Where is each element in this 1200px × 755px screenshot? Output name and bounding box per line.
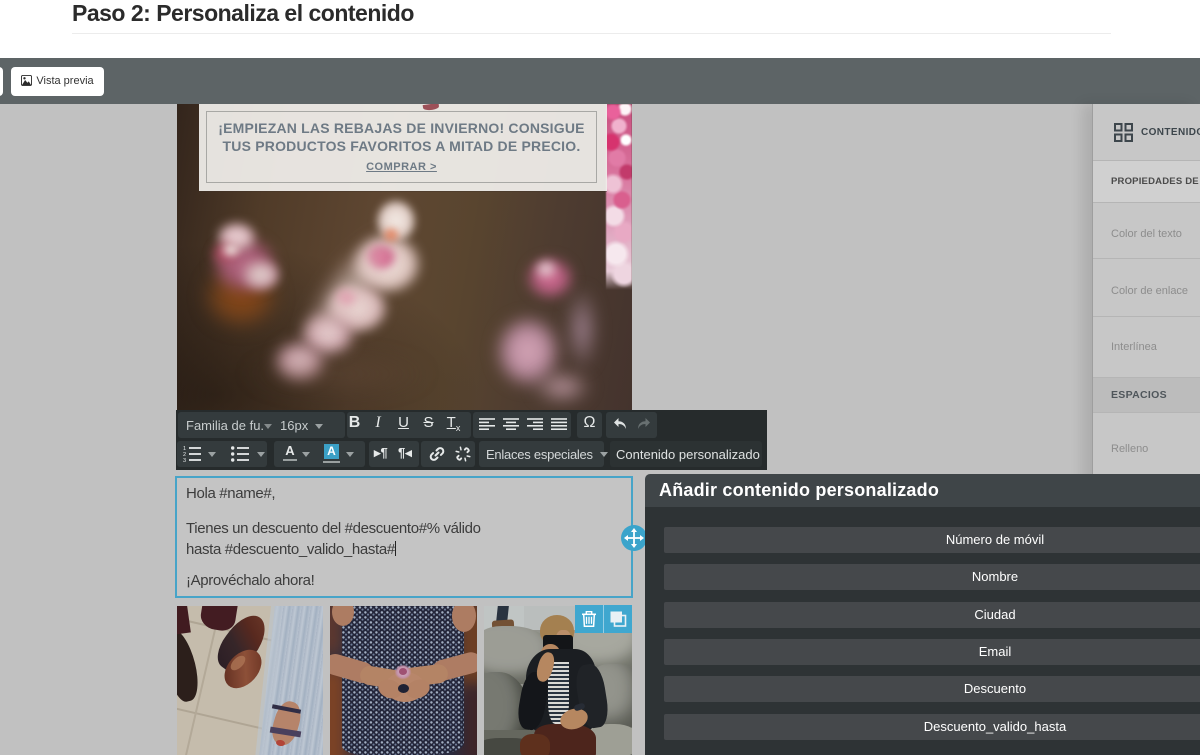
svg-text:3: 3 [183,458,186,462]
